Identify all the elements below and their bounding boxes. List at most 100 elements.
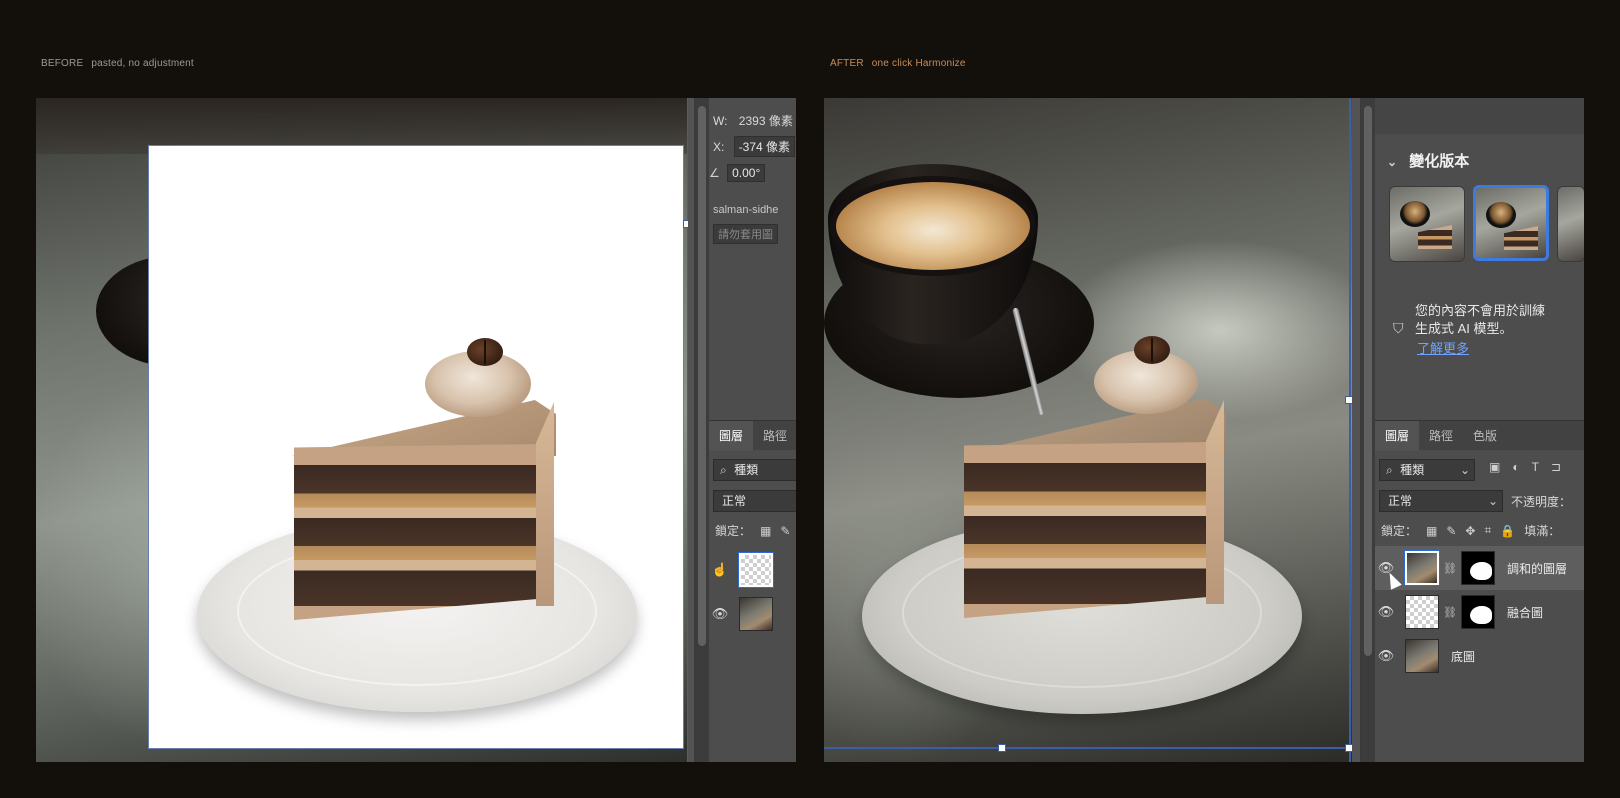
artboard-icon[interactable]: ⌗ <box>1484 523 1491 538</box>
transform-handle[interactable] <box>1345 396 1352 404</box>
lock-label: 鎖定： <box>715 524 752 538</box>
selection-edge <box>687 98 688 762</box>
layer-thumbnail <box>1405 595 1439 629</box>
tab-paths[interactable]: 路徑 <box>1419 421 1463 451</box>
coffee-bean <box>1134 336 1170 364</box>
adjustment-filter-icon[interactable]: ◐ <box>1512 460 1519 474</box>
tab-channels[interactable]: 色版 <box>1463 421 1507 451</box>
transform-handle[interactable] <box>1345 744 1352 752</box>
properties-layers-panel: W: 2393 像素 X: -374 像素 ∠ 0.00° salman-sid… <box>694 98 796 762</box>
kind-filter[interactable]: ⌕ 種類 <box>713 459 796 481</box>
layers-tabbar: 圖層 路徑 色版 <box>1375 420 1584 451</box>
variation-thumbnail-3[interactable] <box>1557 186 1584 262</box>
lock-row: 鎖定： ▦ ✎ <box>715 522 790 539</box>
layer-row-base[interactable]: 👁 <box>709 592 796 636</box>
notice-line-1: 您的內容不會用於訓練 <box>1415 303 1546 318</box>
variation-thumbnail-1[interactable] <box>1389 186 1465 262</box>
tab-layers[interactable]: 圖層 <box>709 420 753 451</box>
transform-handle[interactable] <box>683 220 688 228</box>
coffee-bean <box>467 338 503 366</box>
selection-edge-right <box>1349 98 1351 762</box>
document-canvas[interactable] <box>824 98 1352 762</box>
lock-row: 鎖定： ▦ ✎ ✥ ⌗ 🔒 填滿： <box>1381 522 1560 539</box>
variations-title: 變化版本 <box>1409 153 1470 170</box>
lock-label: 鎖定： <box>1381 524 1418 538</box>
layer-row-pasted[interactable]: ☝ <box>709 548 796 592</box>
kind-filter-label: 種類 <box>1400 463 1425 477</box>
layer-name[interactable]: 融合圖 <box>1507 604 1543 621</box>
blend-mode-value: 正常 <box>1388 494 1413 508</box>
hand-cursor-icon: ☝ <box>711 562 729 577</box>
scrollbar[interactable] <box>1361 98 1375 762</box>
kind-filter-label: 種類 <box>734 463 759 477</box>
x-row: X: -374 像素 <box>713 136 796 157</box>
after-screenshot: ⌄ 變化版本 ⛉ 您的內容不會用於訓練 生成式 AI 模型。 了解更多 圖層 路… <box>824 98 1584 762</box>
angle-field[interactable]: 0.00° <box>727 164 766 182</box>
before-desc: pasted, no adjustment <box>91 58 194 69</box>
credit-name: salman-sidhe <box>713 204 779 216</box>
learn-more-link[interactable]: 了解更多 <box>1417 338 1469 357</box>
credit-hint-row: 請勿套用圖 <box>713 224 778 244</box>
layer-thumbnail <box>1404 550 1440 586</box>
harmonized-photo <box>824 98 1352 762</box>
scrollbar[interactable] <box>695 98 709 762</box>
blend-mode-select[interactable]: 正常 ⌄ <box>1379 490 1503 512</box>
notice-line-2: 生成式 AI 模型。 <box>1415 321 1513 336</box>
blend-mode-select[interactable]: 正常 <box>713 490 796 512</box>
lock-icon[interactable]: 🔒 <box>1500 524 1515 538</box>
brush-icon[interactable]: ✎ <box>780 524 790 538</box>
after-desc: one click Harmonize <box>871 58 966 69</box>
move-icon[interactable]: ✥ <box>1465 524 1475 538</box>
training-notice: 您的內容不會用於訓練 生成式 AI 模型。 <box>1415 302 1545 338</box>
transparency-lock-icon[interactable]: ▦ <box>1426 524 1437 538</box>
tab-paths[interactable]: 路徑 <box>753 421 796 451</box>
shape-filter-icon[interactable]: ⊐ <box>1551 460 1561 474</box>
variations-header[interactable]: ⌄ 變化版本 <box>1387 150 1469 171</box>
layer-thumbnail <box>739 597 773 631</box>
image-filter-icon[interactable]: ▣ <box>1489 460 1500 474</box>
search-icon: ⌕ <box>720 463 727 477</box>
layer-name[interactable]: 底圖 <box>1451 648 1475 665</box>
shield-icon: ⛉ <box>1393 320 1404 336</box>
selection-edge-bottom <box>824 747 1351 749</box>
layer-name[interactable]: 調和的圖層 <box>1507 560 1567 577</box>
width-label: W: <box>713 114 728 128</box>
angle-icon: ∠ <box>709 166 720 180</box>
after-tag: AFTER <box>830 58 864 69</box>
link-icon[interactable]: ⛓ <box>1443 562 1457 575</box>
layer-row-blend[interactable]: 👁 ⛓ 融合圖 <box>1375 590 1584 634</box>
layers-tabbar: 圖層 路徑 <box>709 420 796 451</box>
text-filter-icon[interactable]: T <box>1532 460 1539 474</box>
layer-row-base[interactable]: 👁 底圖 <box>1375 634 1584 678</box>
layer-thumbnail <box>1405 639 1439 673</box>
document-canvas[interactable] <box>36 98 688 762</box>
credit-hint[interactable]: 請勿套用圖 <box>713 224 778 244</box>
layer-mask-thumbnail[interactable] <box>1460 595 1495 629</box>
properties-header <box>1375 98 1584 134</box>
layer-mask-thumbnail[interactable] <box>1460 551 1495 585</box>
kind-filter[interactable]: ⌕ 種類 ⌄ <box>1379 459 1475 481</box>
width-value[interactable]: 2393 像素 <box>739 114 793 128</box>
chevron-down-icon: ⌄ <box>1487 494 1498 508</box>
before-caption: BEFORE pasted, no adjustment <box>41 58 194 69</box>
pasted-white-layer[interactable] <box>148 145 684 749</box>
search-icon: ⌕ <box>1386 463 1393 477</box>
variation-thumbnail-2[interactable] <box>1473 185 1549 261</box>
layer-row-harmonized[interactable]: 👁 ⛓ 調和的圖層 <box>1375 546 1584 590</box>
layer-thumbnail <box>738 552 774 588</box>
transparency-lock-icon[interactable]: ▦ <box>760 524 771 538</box>
width-row: W: 2393 像素 <box>713 112 793 129</box>
filter-icons: ▣ ◐ T ⊐ <box>1489 460 1561 474</box>
eye-icon[interactable]: 👁 <box>709 606 731 622</box>
eye-icon[interactable]: 👁 <box>1375 648 1397 664</box>
properties-layers-panel: ⌄ 變化版本 ⛉ 您的內容不會用於訓練 生成式 AI 模型。 了解更多 圖層 路… <box>1360 98 1584 762</box>
link-icon[interactable]: ⛓ <box>1443 606 1457 619</box>
tab-layers[interactable]: 圖層 <box>1375 420 1420 451</box>
transform-handle[interactable] <box>998 744 1006 752</box>
x-field[interactable]: -374 像素 <box>733 136 796 157</box>
eye-icon[interactable]: 👁 <box>1375 604 1397 620</box>
chevron-down-icon[interactable]: ⌄ <box>1387 155 1397 169</box>
latte-art <box>830 176 1036 276</box>
angle-row: ∠ 0.00° <box>709 164 766 182</box>
brush-icon[interactable]: ✎ <box>1446 524 1456 538</box>
